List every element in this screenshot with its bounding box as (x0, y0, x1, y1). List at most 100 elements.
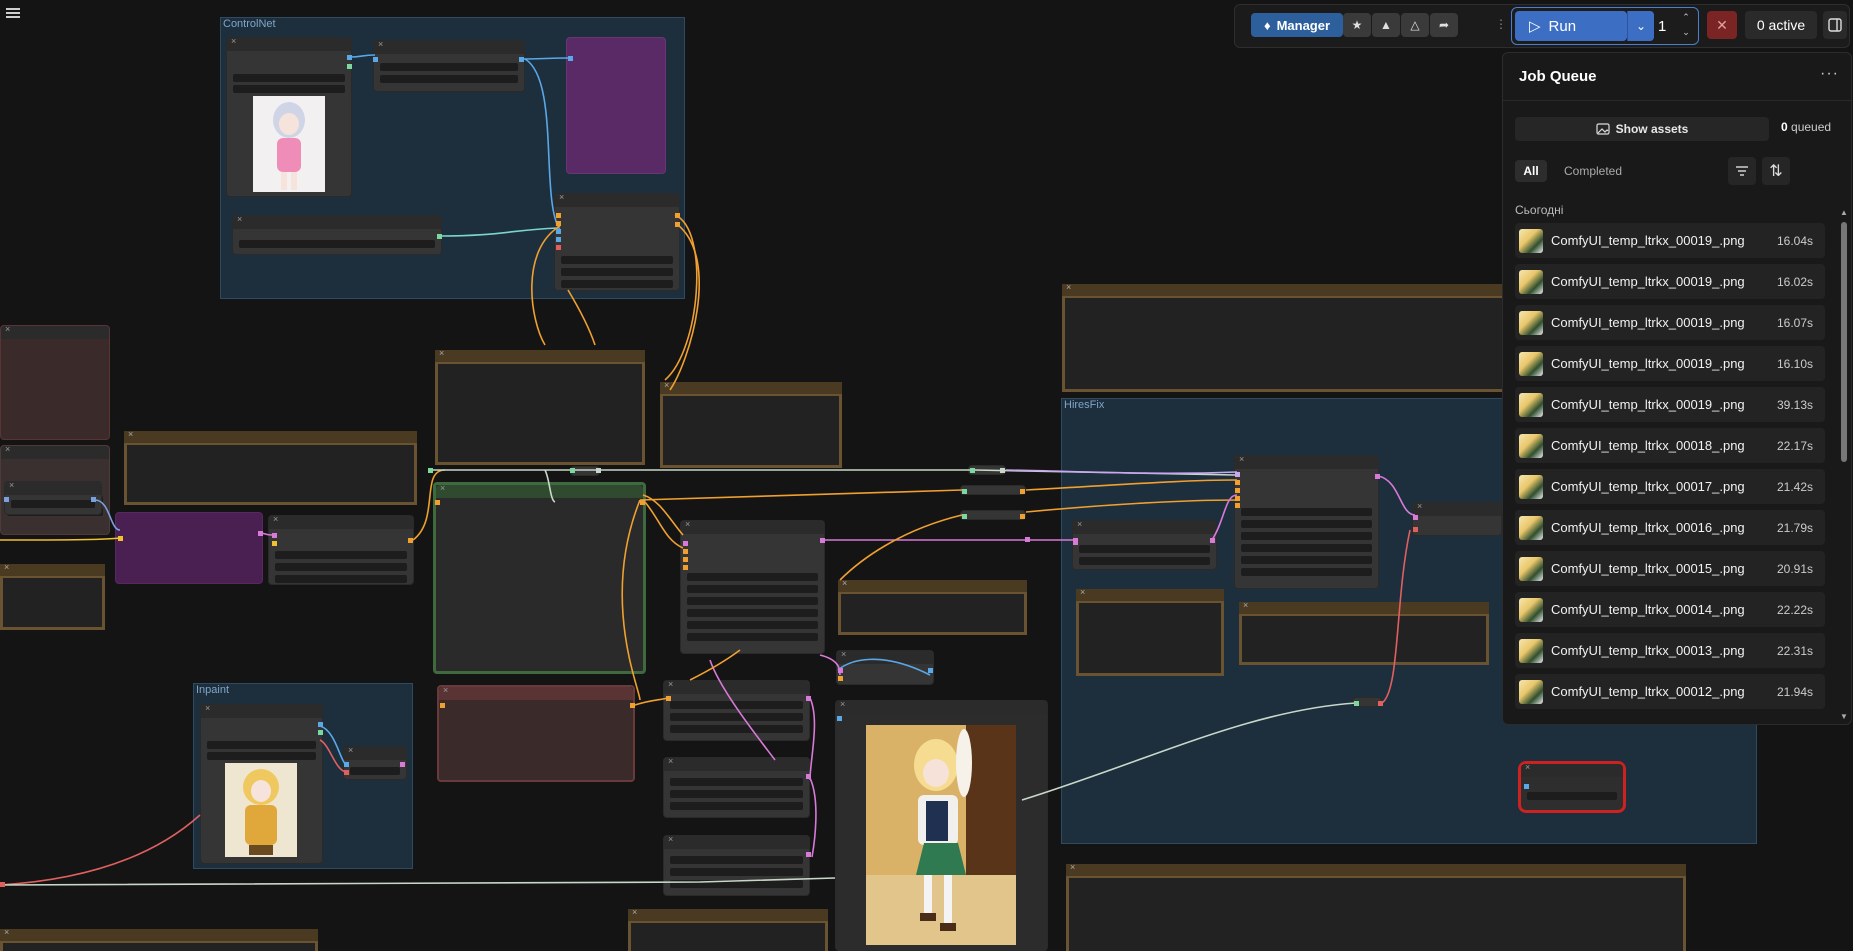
job-thumbnail (1519, 679, 1543, 704)
panel-toggle-button[interactable] (1823, 11, 1847, 39)
top-toolbar: ♦ Manager ★ ▲ △ ➦ ⋮⋮ ▷ Run ⌄ 1 ⌃ ⌄ ✕ 0 a… (1234, 4, 1850, 48)
ellipsis-icon: ··· (1820, 65, 1839, 82)
image-icon (1596, 123, 1610, 135)
share-icon: ➦ (1438, 18, 1450, 32)
job-duration: 21.42s (1776, 479, 1813, 494)
run-label: Run (1548, 17, 1577, 35)
pyramid-button[interactable]: ▲ (1372, 13, 1400, 37)
job-item[interactable]: ComfyUI_temp_ltrkx_00013_.png 22.31s (1515, 633, 1825, 668)
batch-count-input[interactable]: 1 (1658, 14, 1678, 38)
job-thumbnail (1519, 515, 1543, 540)
job-name: ComfyUI_temp_ltrkx_00018_.png (1551, 438, 1745, 453)
job-name: ComfyUI_temp_ltrkx_00015_.png (1551, 561, 1745, 576)
job-item[interactable]: ComfyUI_temp_ltrkx_00019_.png 16.10s (1515, 346, 1825, 381)
pyramid-alt-button[interactable]: △ (1401, 13, 1429, 37)
job-thumbnail (1519, 310, 1543, 335)
run-controls: ▷ Run ⌄ 1 ⌃ ⌄ (1511, 7, 1699, 45)
share-button[interactable]: ➦ (1430, 13, 1458, 37)
job-list: ComfyUI_temp_ltrkx_00019_.png 16.04s Comf… (1515, 223, 1825, 715)
divider (1503, 100, 1851, 101)
queued-label: queued (1791, 120, 1832, 134)
active-queue-button[interactable]: 0 active (1745, 11, 1817, 39)
job-item[interactable]: ComfyUI_temp_ltrkx_00018_.png 22.17s (1515, 428, 1825, 463)
job-item[interactable]: ComfyUI_temp_ltrkx_00015_.png 20.91s (1515, 551, 1825, 586)
tab-completed[interactable]: Completed (1555, 160, 1631, 182)
job-queue-panel: Job Queue ··· Show assets 0 queued All C… (1502, 52, 1852, 725)
job-duration: 22.17s (1776, 438, 1813, 453)
menu-button[interactable] (6, 6, 20, 20)
job-name: ComfyUI_temp_ltrkx_00019_.png (1551, 315, 1745, 330)
star-icon: ★ (1351, 18, 1363, 32)
job-duration: 22.22s (1776, 602, 1813, 617)
job-thumbnail (1519, 392, 1543, 417)
sort-button[interactable]: ⇅ (1762, 157, 1790, 185)
run-options-button[interactable]: ⌄ (1627, 11, 1654, 41)
tab-all[interactable]: All (1515, 160, 1547, 182)
star-button[interactable]: ★ (1343, 13, 1371, 37)
run-button[interactable]: ▷ Run (1515, 11, 1627, 41)
job-thumbnail (1519, 474, 1543, 499)
job-item[interactable]: ComfyUI_temp_ltrkx_00012_.png 21.94s (1515, 674, 1825, 709)
manager-label: Manager (1276, 17, 1331, 33)
job-thumbnail (1519, 556, 1543, 581)
job-item[interactable]: ComfyUI_temp_ltrkx_00019_.png 16.04s (1515, 223, 1825, 258)
job-name: ComfyUI_temp_ltrkx_00019_.png (1551, 233, 1745, 248)
job-item[interactable]: ComfyUI_temp_ltrkx_00014_.png 22.22s (1515, 592, 1825, 627)
filter-icon (1736, 166, 1748, 176)
cancel-button[interactable]: ✕ (1707, 11, 1737, 39)
job-duration: 39.13s (1776, 397, 1813, 412)
pyramid-icon: ▲ (1380, 18, 1392, 32)
job-thumbnail (1519, 433, 1543, 458)
job-item[interactable]: ComfyUI_temp_ltrkx_00016_.png 21.79s (1515, 510, 1825, 545)
job-name: ComfyUI_temp_ltrkx_00019_.png (1551, 274, 1745, 289)
scroll-up-icon[interactable]: ▲ (1840, 208, 1848, 217)
job-thumbnail (1519, 269, 1543, 294)
job-item[interactable]: ComfyUI_temp_ltrkx_00019_.png 16.07s (1515, 305, 1825, 340)
more-options-button[interactable]: ··· (1820, 65, 1839, 83)
chevron-down-icon[interactable]: ⌄ (1678, 25, 1694, 40)
job-name: ComfyUI_temp_ltrkx_00012_.png (1551, 684, 1745, 699)
job-duration: 21.94s (1776, 684, 1813, 699)
queued-count: 0 queued (1781, 120, 1831, 134)
puzzle-icon: ♦ (1263, 17, 1271, 33)
job-item[interactable]: ComfyUI_temp_ltrkx_00019_.png 16.02s (1515, 264, 1825, 299)
panel-toggle-icon (1828, 18, 1842, 32)
date-group-label: Сьогодні (1515, 203, 1564, 217)
job-item[interactable]: ComfyUI_temp_ltrkx_00017_.png 21.42s (1515, 469, 1825, 504)
close-icon: ✕ (1716, 16, 1728, 33)
manager-button[interactable]: ♦ Manager (1251, 13, 1343, 37)
job-name: ComfyUI_temp_ltrkx_00013_.png (1551, 643, 1745, 658)
show-assets-label: Show assets (1615, 122, 1689, 136)
job-duration: 21.79s (1776, 520, 1813, 535)
job-duration: 16.02s (1776, 274, 1813, 289)
job-name: ComfyUI_temp_ltrkx_00014_.png (1551, 602, 1745, 617)
job-name: ComfyUI_temp_ltrkx_00016_.png (1551, 520, 1745, 535)
chevron-up-icon[interactable]: ⌃ (1678, 10, 1694, 25)
job-thumbnail (1519, 228, 1543, 253)
job-duration: 22.31s (1776, 643, 1813, 658)
job-duration: 16.10s (1776, 356, 1813, 371)
chevron-down-icon: ⌄ (1635, 19, 1647, 33)
job-thumbnail (1519, 351, 1543, 376)
job-thumbnail (1519, 638, 1543, 663)
queued-number: 0 (1781, 120, 1788, 134)
job-duration: 16.07s (1776, 315, 1813, 330)
job-thumbnail (1519, 597, 1543, 622)
job-duration: 16.04s (1776, 233, 1813, 248)
job-name: ComfyUI_temp_ltrkx_00019_.png (1551, 356, 1745, 371)
active-label: 0 active (1756, 17, 1806, 33)
scroll-down-icon[interactable]: ▼ (1840, 712, 1848, 721)
play-icon: ▷ (1529, 18, 1541, 35)
panel-title: Job Queue (1519, 68, 1597, 85)
sort-icon: ⇅ (1769, 163, 1783, 180)
batch-count-stepper[interactable]: ⌃ ⌄ (1678, 10, 1694, 42)
scrollbar-thumb[interactable] (1841, 222, 1847, 462)
job-item[interactable]: ComfyUI_temp_ltrkx_00019_.png 39.13s (1515, 387, 1825, 422)
job-name: ComfyUI_temp_ltrkx_00017_.png (1551, 479, 1745, 494)
job-duration: 20.91s (1776, 561, 1813, 576)
scrollbar[interactable]: ▲ ▼ (1839, 208, 1849, 721)
filter-button[interactable] (1728, 157, 1756, 185)
pyramid-alt-icon: △ (1410, 18, 1420, 32)
show-assets-button[interactable]: Show assets (1515, 117, 1769, 141)
job-name: ComfyUI_temp_ltrkx_00019_.png (1551, 397, 1745, 412)
